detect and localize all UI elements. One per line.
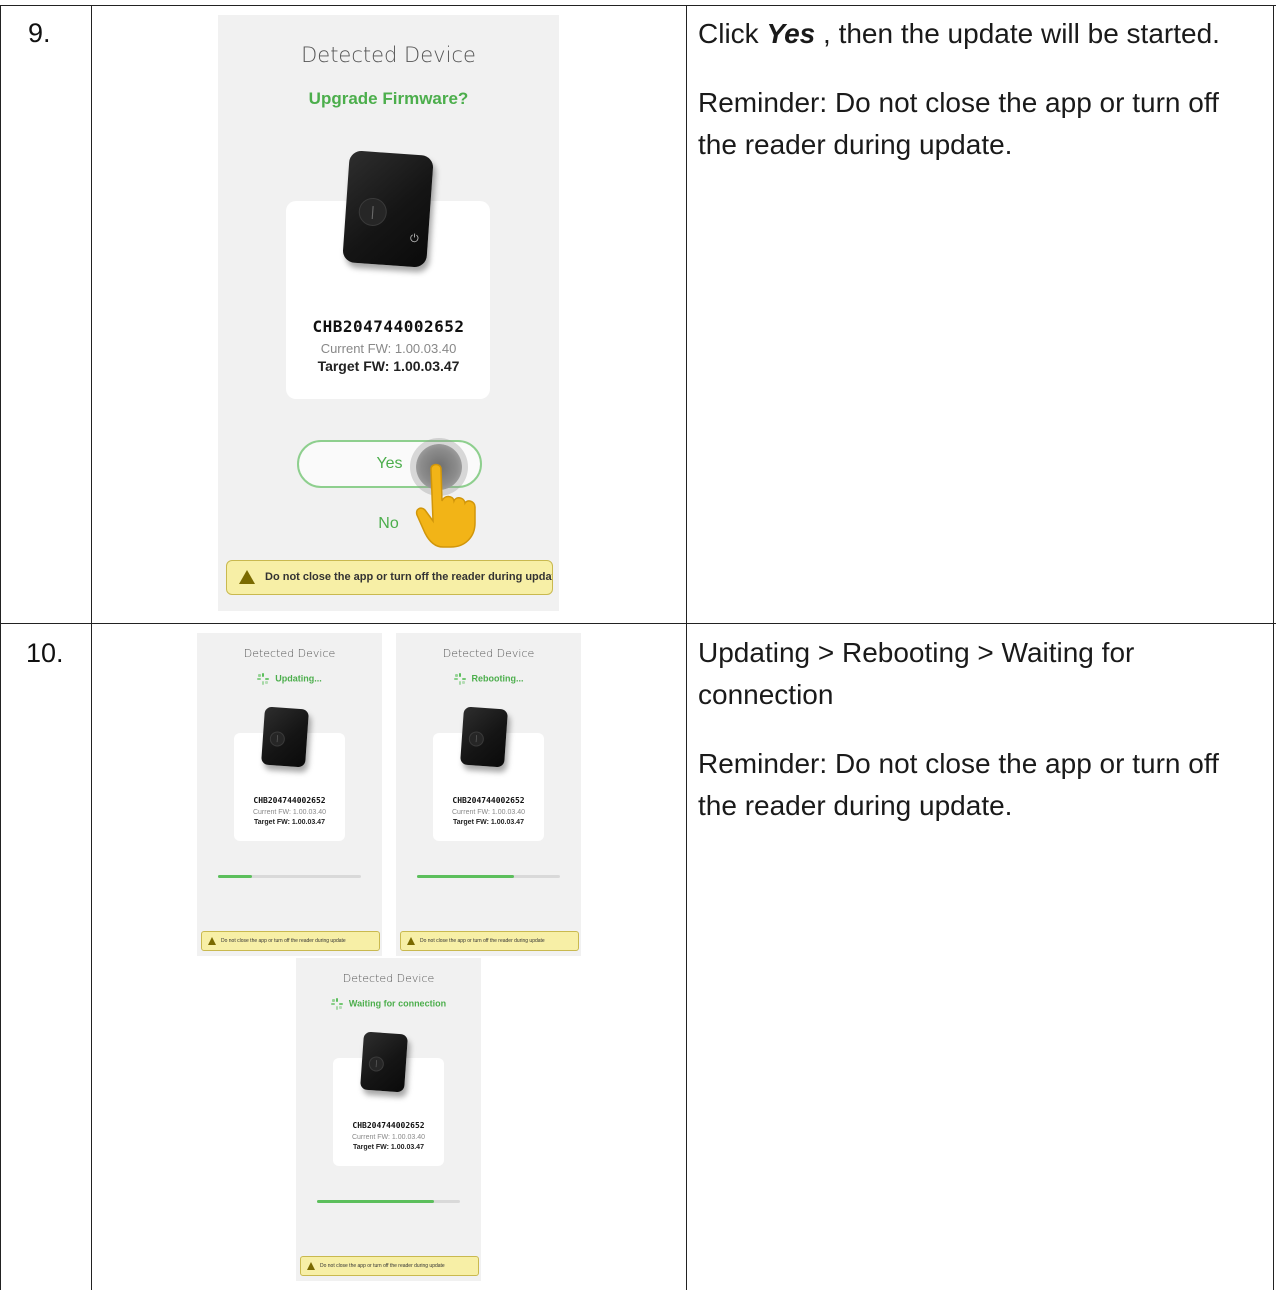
step-description: Click Yes , then the update will be star… — [698, 13, 1258, 166]
warning-text: Do not close the app or turn off the rea… — [420, 938, 545, 944]
power-icon: ⏻ — [409, 232, 420, 246]
reader-image: ❘ ⏻ — [342, 150, 434, 268]
table-border-top — [0, 5, 1276, 6]
warning-banner: Do not close the app or turn off the rea… — [300, 1256, 479, 1276]
touch-hand-icon — [415, 463, 476, 548]
step-reminder: Reminder: Do not close the app or turn o… — [698, 87, 1219, 160]
reader-image: ❘ — [360, 1031, 408, 1093]
progress-bar — [417, 875, 560, 878]
phone-screenshot-updating: Detected Device Updating... ❘ CHB2047440… — [197, 633, 382, 956]
progress-bar — [218, 875, 361, 878]
target-firmware: Target FW: 1.00.03.47 — [254, 819, 325, 826]
step-instruction: Click Yes , then the update will be star… — [698, 18, 1220, 49]
screen-status: Upgrade Firmware? — [308, 89, 469, 108]
warning-banner: Do not close the app or turn off the rea… — [201, 931, 380, 951]
table-border-left — [0, 5, 1, 1290]
warning-icon — [239, 570, 255, 585]
progress-fill — [317, 1200, 435, 1203]
screen-status: Rebooting... — [396, 673, 581, 685]
nfc-icon: ❘ — [269, 730, 286, 747]
phone-screenshot-rebooting: Detected Device Rebooting... ❘ CHB204744… — [396, 633, 581, 956]
screen-status: Waiting for connection — [296, 998, 481, 1010]
step-number: 9. — [28, 18, 51, 48]
warning-icon — [208, 936, 216, 945]
table-row-divider — [0, 623, 1276, 624]
current-firmware: Current FW: 1.00.03.40 — [320, 341, 457, 356]
warning-icon — [407, 936, 415, 945]
device-serial: CHB204744002652 — [452, 796, 525, 805]
yes-button-label: Yes — [376, 455, 403, 472]
warning-icon — [307, 1261, 315, 1270]
status-text: Rebooting... — [471, 673, 524, 684]
warning-text: Do not close the app or turn off the rea… — [221, 938, 346, 944]
target-firmware: Target FW: 1.00.03.47 — [453, 819, 524, 826]
screen-title: Detected Device — [442, 647, 535, 660]
step-number: 10. — [26, 638, 64, 668]
table-border-right — [1273, 5, 1274, 1290]
no-button[interactable]: No — [218, 515, 559, 533]
yes-emphasis: Yes — [766, 18, 816, 49]
warning-banner: Do not close the app or turn off the rea… — [400, 931, 579, 951]
target-firmware: Target FW: 1.00.03.47 — [353, 1144, 424, 1151]
spinner-icon — [453, 673, 466, 685]
warning-text: Do not close the app or turn off the rea… — [265, 571, 553, 583]
progress-bar — [317, 1200, 460, 1203]
table-col-divider-2 — [686, 5, 687, 1290]
spinner-icon — [257, 673, 270, 685]
screen-title: Detected Device — [301, 43, 476, 67]
current-firmware: Current FW: 1.00.03.40 — [451, 809, 526, 816]
step-sequence: Updating > Rebooting > Waiting for conne… — [698, 637, 1135, 710]
phone-screenshot-waiting: Detected Device Waiting for connection ❘… — [296, 958, 481, 1281]
nfc-icon: ❘ — [357, 197, 388, 227]
device-serial: CHB204744002652 — [312, 317, 465, 336]
current-firmware: Current FW: 1.00.03.40 — [351, 1134, 426, 1141]
nfc-icon: ❘ — [368, 1055, 385, 1072]
device-serial: CHB204744002652 — [253, 796, 326, 805]
nfc-icon: ❘ — [468, 730, 485, 747]
device-serial: CHB204744002652 — [352, 1121, 425, 1130]
phone-screenshot-upgrade-prompt: Detected Device Upgrade Firmware? ❘ ⏻ CH… — [218, 15, 559, 611]
status-text: Updating... — [275, 673, 322, 684]
screen-title: Detected Device — [342, 972, 435, 985]
step-description: Updating > Rebooting > Waiting for conne… — [698, 632, 1258, 827]
status-text: Waiting for connection — [348, 998, 447, 1009]
target-firmware: Target FW: 1.00.03.47 — [317, 358, 460, 374]
reader-image: ❘ — [460, 706, 508, 768]
progress-fill — [417, 875, 515, 878]
current-firmware: Current FW: 1.00.03.40 — [252, 809, 327, 816]
screen-status: Updating... — [197, 673, 382, 685]
step-reminder: Reminder: Do not close the app or turn o… — [698, 748, 1219, 821]
reader-image: ❘ — [261, 706, 309, 768]
progress-fill — [218, 875, 253, 878]
warning-text: Do not close the app or turn off the rea… — [320, 1263, 445, 1269]
table-col-divider-1 — [91, 5, 92, 1290]
warning-banner: Do not close the app or turn off the rea… — [226, 560, 553, 595]
spinner-icon — [330, 998, 343, 1010]
screen-title: Detected Device — [243, 647, 336, 660]
